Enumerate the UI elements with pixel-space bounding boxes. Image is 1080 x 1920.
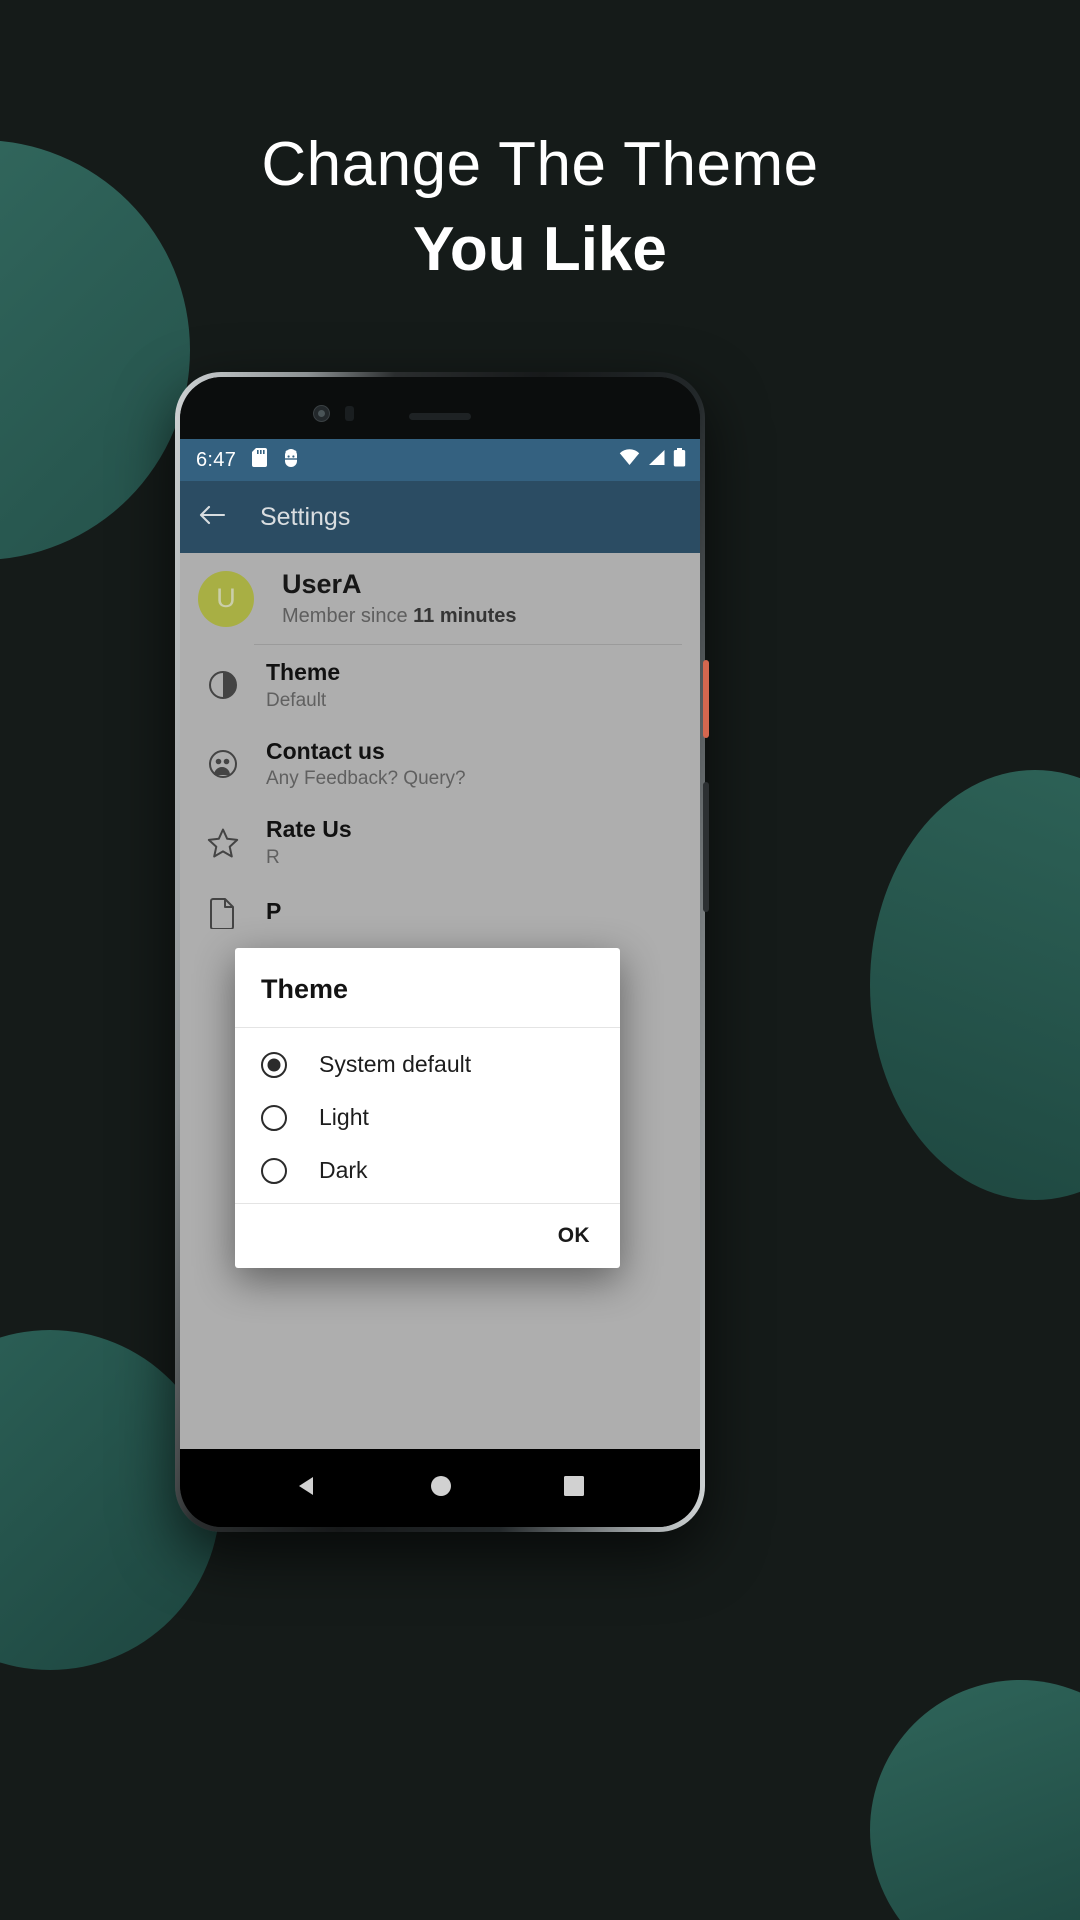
settings-row-contact-us[interactable]: Contact us Any Feedback? Query? [180, 724, 700, 803]
phone-top-bezel [180, 377, 700, 439]
theme-option-label: Light [319, 1104, 369, 1130]
back-arrow-icon[interactable] [198, 503, 226, 532]
theme-options-group: System default Light Dark [235, 1028, 620, 1203]
earpiece-speaker [409, 413, 471, 420]
system-navigation-bar [180, 1449, 700, 1527]
settings-row-title: P [266, 897, 282, 924]
theme-contrast-icon [200, 670, 246, 700]
theme-dialog: Theme System default Light Dark OK [235, 948, 620, 1268]
nav-recents-icon[interactable] [563, 1475, 585, 1502]
headline-line-1: Change The Theme [261, 130, 819, 199]
status-clock: 6:47 [196, 448, 237, 471]
phone-mockup: 6:47 Settings U UserA Member since 11 mi… [175, 372, 709, 1532]
settings-row-subtitle: Any Feedback? Query? [266, 768, 466, 790]
proximity-sensor-icon [345, 406, 354, 421]
theme-option-label: System default [319, 1051, 472, 1077]
volume-button[interactable] [703, 782, 709, 912]
radio-button-icon[interactable] [261, 1104, 287, 1131]
radio-button-icon[interactable] [261, 1051, 287, 1078]
settings-row-policy[interactable]: P [180, 881, 700, 943]
settings-row-title: Theme [266, 659, 341, 686]
app-toolbar: Settings [180, 481, 700, 553]
power-button[interactable] [703, 660, 709, 738]
dialog-actions: OK [235, 1203, 620, 1268]
wifi-icon [619, 448, 640, 472]
document-icon [200, 897, 246, 929]
ok-button[interactable]: OK [558, 1224, 590, 1248]
settings-row-title: Contact us [266, 737, 385, 764]
page-title: Settings [260, 502, 351, 531]
status-bar: 6:47 [180, 439, 700, 481]
decorative-blob-bottom-right [870, 1680, 1080, 1920]
profile-subtitle-prefix: Member since [282, 605, 414, 628]
settings-row-title: Rate Us [266, 816, 352, 843]
settings-list: U UserA Member since 11 minutes Theme De… [180, 553, 700, 1449]
settings-row-subtitle: Default [266, 689, 327, 711]
profile-row[interactable]: U UserA Member since 11 minutes [180, 553, 700, 642]
nav-home-icon[interactable] [429, 1474, 453, 1503]
front-camera-icon [313, 405, 330, 422]
settings-row-theme[interactable]: Theme Default [180, 645, 700, 724]
profile-subtitle-value: 11 minutes [413, 605, 517, 628]
sd-card-icon [252, 447, 269, 473]
android-debug-icon [282, 448, 300, 473]
theme-option-label: Dark [319, 1157, 368, 1183]
contact-people-icon [200, 749, 246, 779]
headline-line-2: You Like [413, 215, 667, 285]
nav-back-icon[interactable] [295, 1474, 319, 1503]
battery-icon [673, 447, 686, 473]
promo-screenshot: Change The Theme You Like 6:47 Settings … [0, 0, 1080, 1920]
radio-button-icon[interactable] [261, 1157, 287, 1184]
profile-subtitle: Member since 11 minutes [282, 605, 517, 628]
settings-row-subtitle: R [266, 846, 280, 868]
theme-option-light[interactable]: Light [235, 1091, 620, 1144]
promo-headline: Change The Theme You Like [0, 128, 1080, 286]
profile-name: UserA [282, 569, 362, 599]
avatar: U [198, 570, 254, 627]
decorative-blob-right [870, 770, 1080, 1200]
dialog-title: Theme [235, 948, 620, 1028]
theme-option-system-default[interactable]: System default [235, 1038, 620, 1091]
theme-option-dark[interactable]: Dark [235, 1144, 620, 1197]
star-icon [200, 827, 246, 859]
settings-row-rate-us[interactable]: Rate Us R [180, 802, 700, 881]
phone-screen: 6:47 Settings U UserA Member since 11 mi… [180, 439, 700, 1449]
cellular-signal-icon [647, 449, 666, 472]
